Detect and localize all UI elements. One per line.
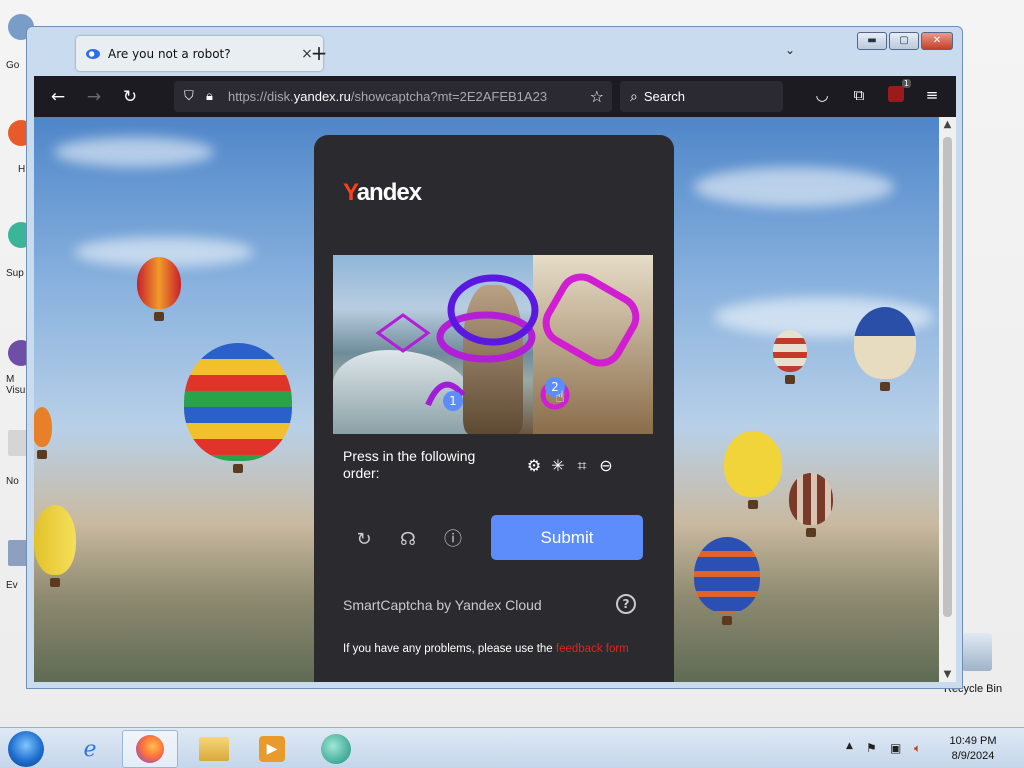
extensions-puzzle-icon[interactable]: ⧉ [847,86,871,104]
url-text[interactable]: https://disk.yandex.ru/showcaptcha?mt=2E… [228,89,568,104]
extension-badge: 1 [901,79,911,88]
hot-air-balloon [694,537,760,625]
desktop-icon-label: H [18,164,26,175]
pocket-icon[interactable]: ◡ [810,86,834,104]
search-icon: ⌕ [630,88,638,104]
desktop-icon-label: Sup [6,268,24,279]
reload-button[interactable]: ↻ [112,87,148,107]
hot-air-balloon [137,257,181,321]
help-question-icon[interactable]: ? [616,594,636,614]
ublock-extension-icon[interactable]: 1 [884,79,911,106]
internet-explorer-icon[interactable]: ℯ [62,730,118,768]
feedback-form-link[interactable]: feedback form [556,643,629,655]
captcha-prompt: Press in the following order: [343,448,476,481]
url-bar[interactable]: ⛉ 🔒︎ https://disk.yandex.ru/showcaptcha?… [174,81,612,112]
captcha-shapes [375,273,640,410]
hand-cursor-icon: ☝ [555,387,565,406]
new-tab-button[interactable]: + [307,41,331,65]
captcha-order-sequence: ⚙ ✳ ⌗ ⊖ [523,456,617,476]
taskbar: ℯ ▶ ▲ ⚑ ▣ 🔈︎ 10:49 PM 8/9/2024 [0,727,1024,768]
yandex-logo: Yandex [343,179,422,206]
sky-cloud [694,167,894,207]
smartcaptcha-brand[interactable]: SmartCaptcha by Yandex Cloud [343,597,542,613]
order-gear-icon: ⚙ [526,456,542,475]
click-marker-1[interactable]: 1 [443,391,463,411]
vertical-scrollbar[interactable]: ▲ ▼ [939,117,956,682]
hot-air-balloon [34,505,76,587]
forward-button[interactable]: → [76,87,112,107]
list-all-tabs-chevron-down-icon[interactable]: ⌄ [785,43,795,57]
problem-notice: If you have any problems, please use the… [343,643,629,655]
bus-shape [542,273,640,367]
page-content: Yandex 1 2 ☝ Press in the following orde… [34,117,939,682]
shield-icon[interactable]: ⛉ [184,89,206,104]
bookmark-star-icon[interactable]: ☆ [590,87,604,106]
recycle-bin-icon[interactable] [962,633,992,671]
hot-air-balloon [773,330,807,384]
close-window-button[interactable]: ✕ [921,32,953,50]
order-crop-icon: ⌗ [577,456,587,475]
volume-muted-icon[interactable]: 🔈︎ [914,741,921,756]
hot-air-balloon [184,343,292,473]
minimize-button[interactable]: ▬ [857,32,887,50]
action-center-flag-icon[interactable]: ⚑ [866,741,877,755]
hot-air-balloon [854,307,916,391]
clock-time: 10:49 PM [949,735,997,747]
captcha-image[interactable]: 1 2 ☝ [333,255,653,434]
hot-air-balloon [789,473,833,537]
desktop-icon-label: M Visu [6,374,26,396]
start-button-windows-icon[interactable] [8,731,44,767]
network-icon[interactable]: ▣ [890,741,901,755]
scroll-up-arrow-icon[interactable]: ▲ [939,119,956,130]
yandex-favicon-icon [86,48,100,59]
hot-air-balloon [34,407,52,459]
media-player-icon[interactable]: ▶ [244,730,300,768]
scrollbar-thumb[interactable] [943,137,952,617]
refresh-icon[interactable]: ↻ [351,527,377,553]
tab-are-you-not-a-robot[interactable]: Are you not a robot? × [76,36,323,71]
file-explorer-folder-icon[interactable] [186,730,242,768]
desktop-icon-label: Ev [6,580,18,591]
hamburger-menu-icon[interactable]: ≡ [920,86,944,104]
taskbar-clock[interactable]: 10:49 PM 8/9/2024 [940,734,1006,764]
diamond-shape [375,313,431,353]
captcha-card: Yandex 1 2 ☝ Press in the following orde… [314,135,674,682]
info-icon[interactable]: ⓘ [440,527,466,553]
hot-air-balloon [724,431,782,509]
app-taskbar-icon[interactable] [308,730,364,768]
hat-top-shape [447,274,539,346]
desktop-icon-label: No [6,476,19,487]
show-hidden-icons-arrow[interactable]: ▲ [846,741,853,751]
desktop-icon-label: Go [6,60,20,71]
maximize-button[interactable]: ▢ [889,32,919,50]
headphones-audio-icon[interactable]: ☊ [395,527,421,553]
lock-icon[interactable]: 🔒︎ [206,89,228,104]
search-placeholder: Search [643,89,686,104]
tab-title: Are you not a robot? [108,46,231,61]
search-input[interactable]: ⌕ Search [620,81,783,112]
browser-window: Are you not a robot? × + ⌄ ▬ ▢ ✕ ← → ↻ ⛉… [26,26,963,689]
order-snowflake-icon: ✳ [551,456,565,475]
clock-date: 8/9/2024 [951,750,995,762]
order-circle-icon: ⊖ [599,456,613,475]
scroll-down-arrow-icon[interactable]: ▼ [939,669,956,680]
firefox-icon[interactable] [122,730,178,768]
nav-toolbar: ← → ↻ ⛉ 🔒︎ https://disk.yandex.ru/showca… [34,76,956,117]
back-button[interactable]: ← [40,87,76,107]
submit-button[interactable]: Submit [491,515,643,560]
title-bar: Are you not a robot? × + ⌄ ▬ ▢ ✕ [27,27,962,77]
sky-cloud [54,137,214,167]
